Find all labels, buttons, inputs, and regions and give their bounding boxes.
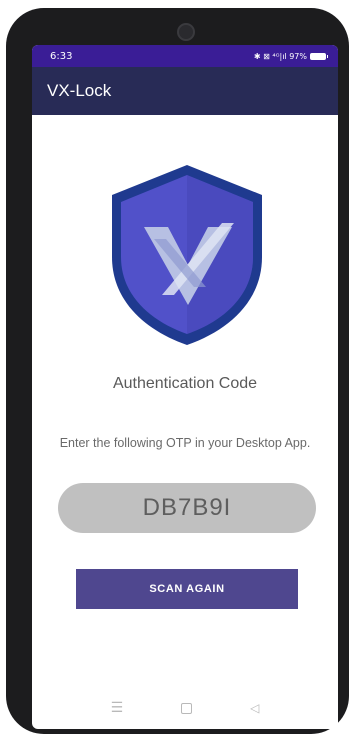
phone-frame: 6:33 ✱ ⊠ ⁴ᴳ|ıl 97% VX-Lock Authenticatio… [6, 8, 349, 734]
otp-display: DB7B9I [58, 483, 316, 533]
status-time: 6:33 [50, 50, 73, 62]
front-camera [177, 23, 195, 41]
battery-icon [310, 52, 328, 60]
status-bar: 6:33 ✱ ⊠ ⁴ᴳ|ıl 97% [32, 45, 338, 67]
navigation-bar: ☰ ◁ [32, 697, 338, 719]
auth-code-title: Authentication Code [112, 375, 258, 392]
status-indicators: ✱ ⊠ ⁴ᴳ|ıl 97% [253, 51, 307, 61]
scan-again-button[interactable]: SCAN AGAIN [76, 569, 298, 609]
screen: 6:33 ✱ ⊠ ⁴ᴳ|ıl 97% VX-Lock Authenticatio… [32, 45, 338, 729]
vx-shield-logo [112, 165, 262, 345]
app-bar: VX-Lock [32, 67, 338, 115]
menu-icon[interactable]: ☰ [111, 700, 124, 716]
app-title: VX-Lock [47, 81, 112, 100]
otp-instructions: Enter the following OTP in your Desktop … [59, 436, 311, 450]
back-icon[interactable]: ◁ [250, 701, 259, 715]
status-icons: ✱ ⊠ ⁴ᴳ|ıl 97% [253, 51, 328, 61]
home-icon[interactable] [181, 702, 193, 714]
